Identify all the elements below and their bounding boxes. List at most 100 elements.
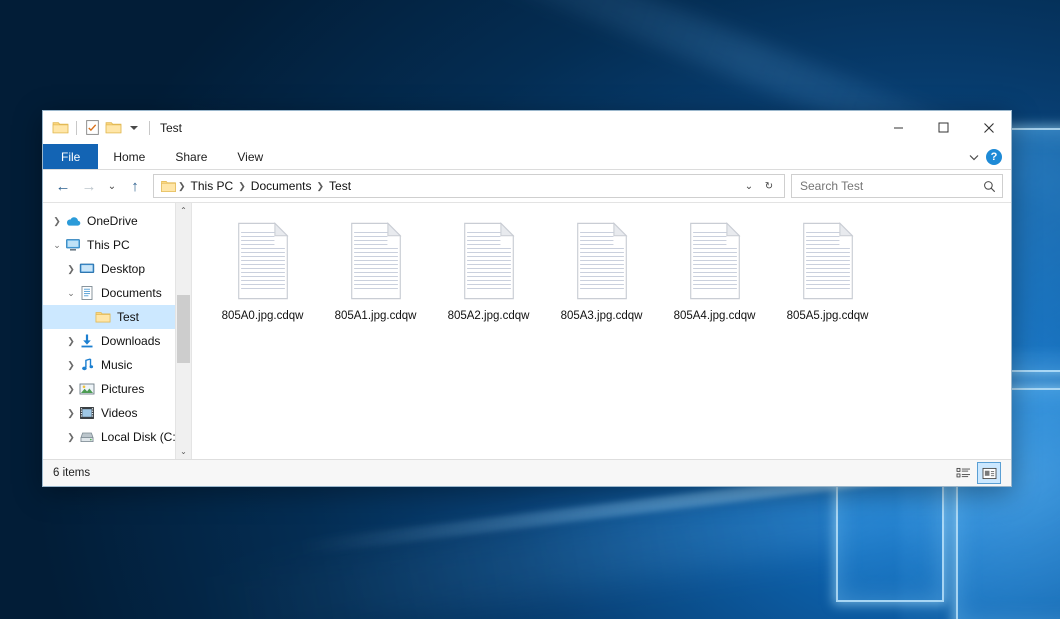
breadcrumb[interactable]: ❯ This PC ❯ Documents ❯ Test ⌄ ↻ (153, 174, 785, 198)
refresh-button[interactable]: ↻ (760, 174, 778, 198)
documents-icon (79, 285, 95, 301)
tab-share[interactable]: Share (160, 144, 222, 169)
search-icon[interactable] (983, 180, 996, 193)
new-folder-icon[interactable] (105, 119, 122, 136)
details-view-button[interactable] (952, 463, 974, 483)
sidebar-item-onedrive[interactable]: ❯ OneDrive (43, 209, 191, 233)
navigation-pane: ❯ OneDrive⌄ This PC❯ Desktop⌄ Documents … (43, 203, 191, 459)
chevron-right-icon[interactable]: ❯ (63, 408, 79, 419)
chevron-right-icon[interactable]: ❯ (63, 360, 79, 371)
sidebar-item-this-pc[interactable]: ⌄ This PC (43, 233, 191, 257)
address-dropdown-button[interactable]: ⌄ (740, 174, 758, 198)
file-item[interactable]: 805A4.jpg.cdqw (658, 217, 771, 322)
scroll-up-button[interactable]: ⌃ (176, 203, 191, 218)
breadcrumb-item-test[interactable]: Test (324, 179, 356, 193)
search-input[interactable] (798, 178, 983, 194)
file-grid: 805A0.jpg.cdqw 805A1.jpg.cdqw 805A2.jpg.… (206, 217, 1011, 322)
breadcrumb-separator: ❯ (238, 181, 246, 192)
onedrive-icon (65, 213, 81, 229)
file-list-pane[interactable]: 805A0.jpg.cdqw 805A1.jpg.cdqw 805A2.jpg.… (192, 203, 1011, 459)
breadcrumb-item-documents[interactable]: Documents (246, 179, 317, 193)
tab-home[interactable]: Home (98, 144, 160, 169)
documents-icon (79, 285, 95, 301)
folder-icon (95, 309, 111, 325)
chevron-right-icon[interactable]: ❯ (63, 336, 79, 347)
recent-locations-button[interactable]: ⌄ (103, 174, 121, 198)
forward-button[interactable]: → (77, 174, 101, 198)
window-body: ❯ OneDrive⌄ This PC❯ Desktop⌄ Documents … (43, 202, 1011, 459)
close-button[interactable] (966, 111, 1011, 144)
file-name-label: 805A2.jpg.cdqw (448, 310, 530, 322)
sidebar-item-local-disk-c[interactable]: ❯ Local Disk (C:) (43, 425, 191, 449)
minimize-button[interactable] (876, 111, 921, 144)
scroll-down-button[interactable]: ⌄ (176, 444, 191, 459)
breadcrumb-item-this-pc[interactable]: This PC (186, 179, 239, 193)
unknown-file-icon (343, 221, 409, 301)
status-bar: 6 items (43, 459, 1011, 486)
file-name-label: 805A1.jpg.cdqw (335, 310, 417, 322)
toolbar-divider (149, 121, 150, 135)
sidebar-scrollbar[interactable]: ⌃ ⌄ (175, 203, 191, 459)
scrollbar-track[interactable] (176, 218, 191, 444)
close-icon (983, 122, 995, 134)
chevron-right-icon[interactable]: ❯ (63, 264, 79, 275)
file-name-label: 805A3.jpg.cdqw (561, 310, 643, 322)
large-icons-view-button[interactable] (977, 462, 1001, 484)
file-item[interactable]: 805A5.jpg.cdqw (771, 217, 884, 322)
unknown-file-icon (230, 221, 296, 301)
properties-icon[interactable] (84, 119, 101, 136)
details-view-icon (956, 467, 971, 480)
file-name-label: 805A5.jpg.cdqw (787, 310, 869, 322)
chevron-down-icon[interactable]: ⌄ (63, 288, 79, 299)
sidebar-item-videos[interactable]: ❯ Videos (43, 401, 191, 425)
drive-icon (79, 429, 95, 445)
unknown-file-icon (795, 221, 861, 301)
thispc-icon (65, 237, 81, 253)
folder-icon (161, 180, 176, 193)
scrollbar-thumb[interactable] (177, 295, 190, 363)
file-explorer-window: Test File Home Share Vie (42, 110, 1012, 487)
sidebar-item-label: Music (101, 358, 132, 372)
ribbon-tab-bar: File Home Share View ? (43, 144, 1011, 170)
sidebar-item-documents[interactable]: ⌄ Documents (43, 281, 191, 305)
sidebar-item-label: Test (117, 310, 139, 324)
chevron-right-icon[interactable]: ❯ (63, 432, 79, 443)
help-button[interactable]: ? (986, 149, 1002, 165)
quick-access-dropdown-icon[interactable] (130, 126, 138, 130)
maximize-button[interactable] (921, 111, 966, 144)
sidebar-item-label: Downloads (101, 334, 160, 348)
sidebar-item-downloads[interactable]: ❯ Downloads (43, 329, 191, 353)
sidebar-item-test[interactable]: Test (43, 305, 191, 329)
file-item[interactable]: 805A3.jpg.cdqw (545, 217, 658, 322)
tab-view[interactable]: View (222, 144, 278, 169)
search-box[interactable] (791, 174, 1003, 198)
tab-file[interactable]: File (43, 144, 98, 169)
desktop-icon (79, 261, 95, 277)
unknown-file-icon (682, 221, 748, 301)
sidebar-item-pictures[interactable]: ❯ Pictures (43, 377, 191, 401)
back-button[interactable]: ← (51, 174, 75, 198)
view-buttons (952, 462, 1001, 484)
unknown-file-icon (456, 221, 522, 301)
chevron-right-icon[interactable]: ❯ (63, 384, 79, 395)
ribbon-right-controls: ? (967, 144, 1011, 169)
folder-icon[interactable] (52, 119, 69, 136)
chevron-down-icon[interactable] (967, 150, 981, 164)
quick-access-toolbar (43, 119, 153, 136)
file-item[interactable]: 805A1.jpg.cdqw (319, 217, 432, 322)
file-item[interactable]: 805A0.jpg.cdqw (206, 217, 319, 322)
minimize-icon (893, 122, 904, 133)
sidebar-item-label: This PC (87, 238, 130, 252)
chevron-right-icon[interactable]: ❯ (49, 216, 65, 227)
sidebar-item-desktop[interactable]: ❯ Desktop (43, 257, 191, 281)
up-button[interactable]: ↑ (123, 174, 147, 198)
file-item[interactable]: 805A2.jpg.cdqw (432, 217, 545, 322)
pictures-icon (79, 381, 95, 397)
title-bar: Test (43, 111, 1011, 144)
onedrive-icon (65, 213, 81, 229)
chevron-down-icon[interactable]: ⌄ (49, 240, 65, 251)
downloads-icon (79, 333, 95, 349)
folder-icon (95, 309, 111, 325)
sidebar-item-music[interactable]: ❯ Music (43, 353, 191, 377)
toolbar-divider (76, 121, 77, 135)
